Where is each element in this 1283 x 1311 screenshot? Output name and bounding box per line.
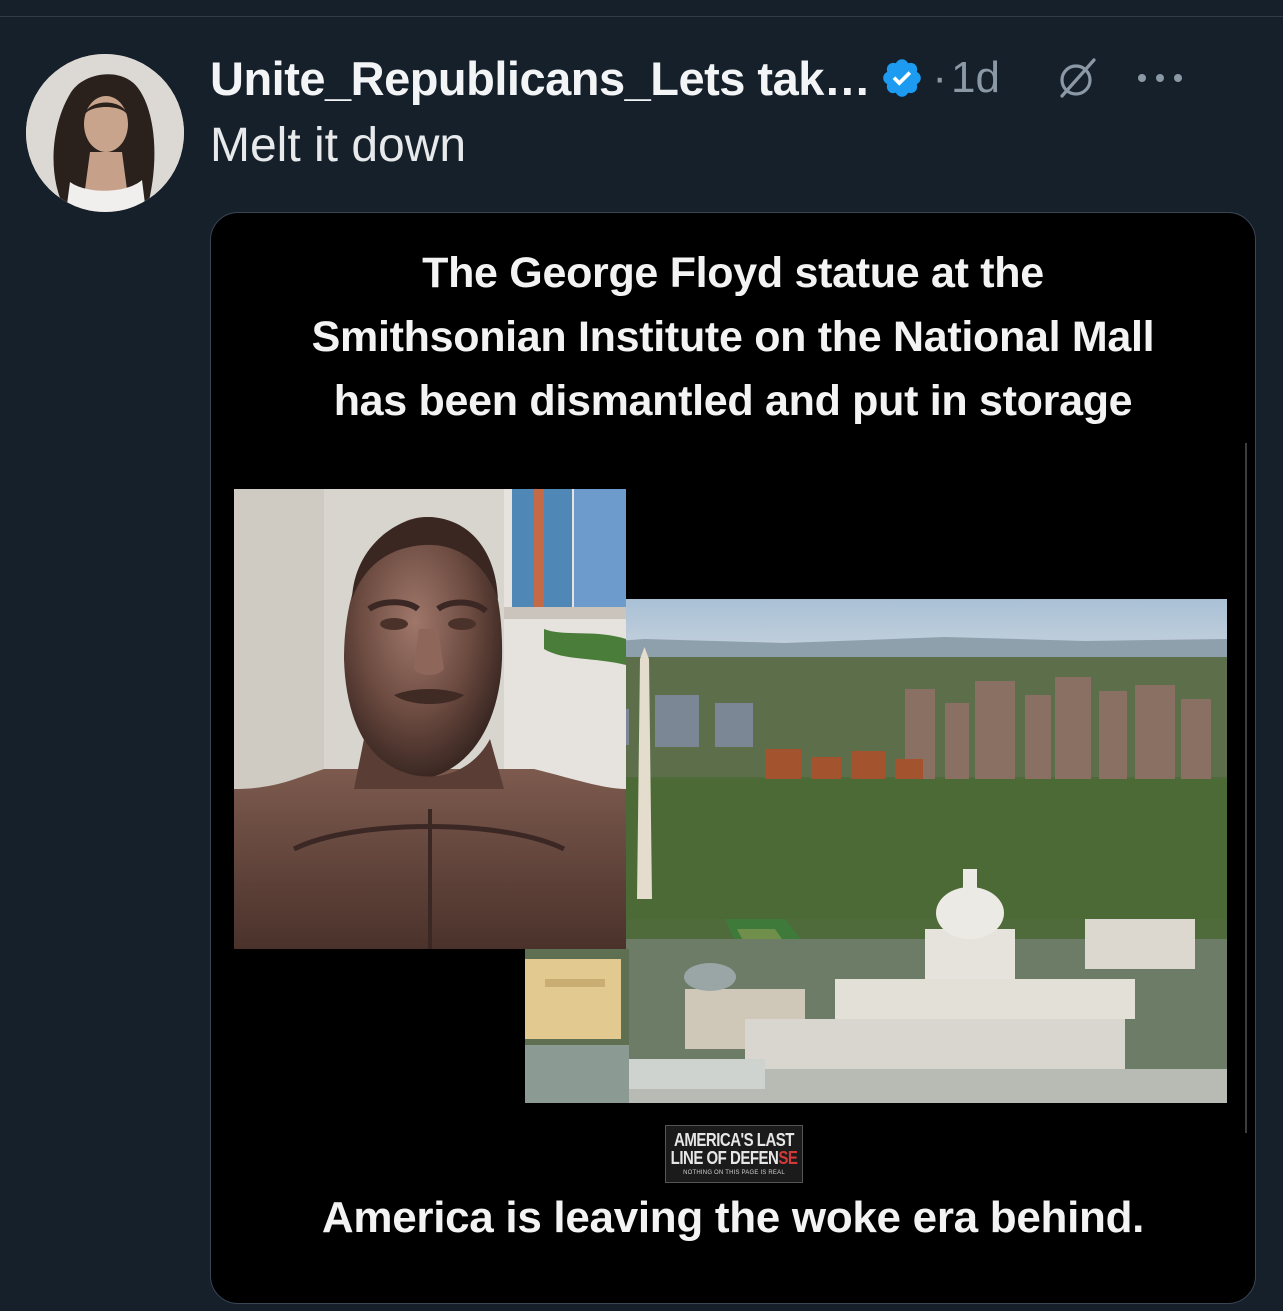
building-inset <box>525 949 629 1103</box>
tweet-text: Melt it down <box>210 119 467 172</box>
national-mall-photo <box>525 599 1227 1103</box>
americas-last-line-of-defense-logo: AMERICA'S LAST LINE OF DEFENSE NOTHING O… <box>665 1125 803 1183</box>
statue-photo <box>234 489 626 949</box>
headline-line: has been dismantled and put in storage <box>333 377 1133 425</box>
image-edge-line <box>1245 443 1247 1133</box>
media-card[interactable]: The George Floyd statue at the Smithsoni… <box>210 212 1256 1304</box>
logo-disclaimer: NOTHING ON THIS PAGE IS REAL <box>683 1169 785 1176</box>
avatar[interactable] <box>26 54 184 212</box>
headline-line: Smithsonian Institute on the National Ma… <box>311 313 1155 361</box>
grok-icon[interactable] <box>1054 54 1102 102</box>
image-tagline: America is leaving the woke era behind. <box>321 1193 1145 1242</box>
image-headline: The George Floyd statue at the Smithsoni… <box>211 241 1255 433</box>
logo-line-2-text: LINE OF DEFEN <box>670 1147 779 1169</box>
display-name[interactable]: Unite_Republicans_Lets tak… <box>210 51 871 106</box>
verified-badge-icon <box>880 56 924 100</box>
more-options-icon[interactable] <box>1132 68 1188 88</box>
separator-dot: · <box>932 53 948 102</box>
tweet-header: Unite_Republicans_Lets tak… · 1d <box>210 48 1188 108</box>
logo-line-1: AMERICA'S LAST <box>674 1129 794 1151</box>
logo-line-2-red-text: SE <box>778 1147 798 1169</box>
top-divider <box>0 16 1283 17</box>
timestamp[interactable]: 1d <box>951 53 1000 103</box>
logo-line-2: LINE OF DEFENSE <box>671 1149 798 1168</box>
headline-line: The George Floyd statue at the <box>422 249 1044 297</box>
